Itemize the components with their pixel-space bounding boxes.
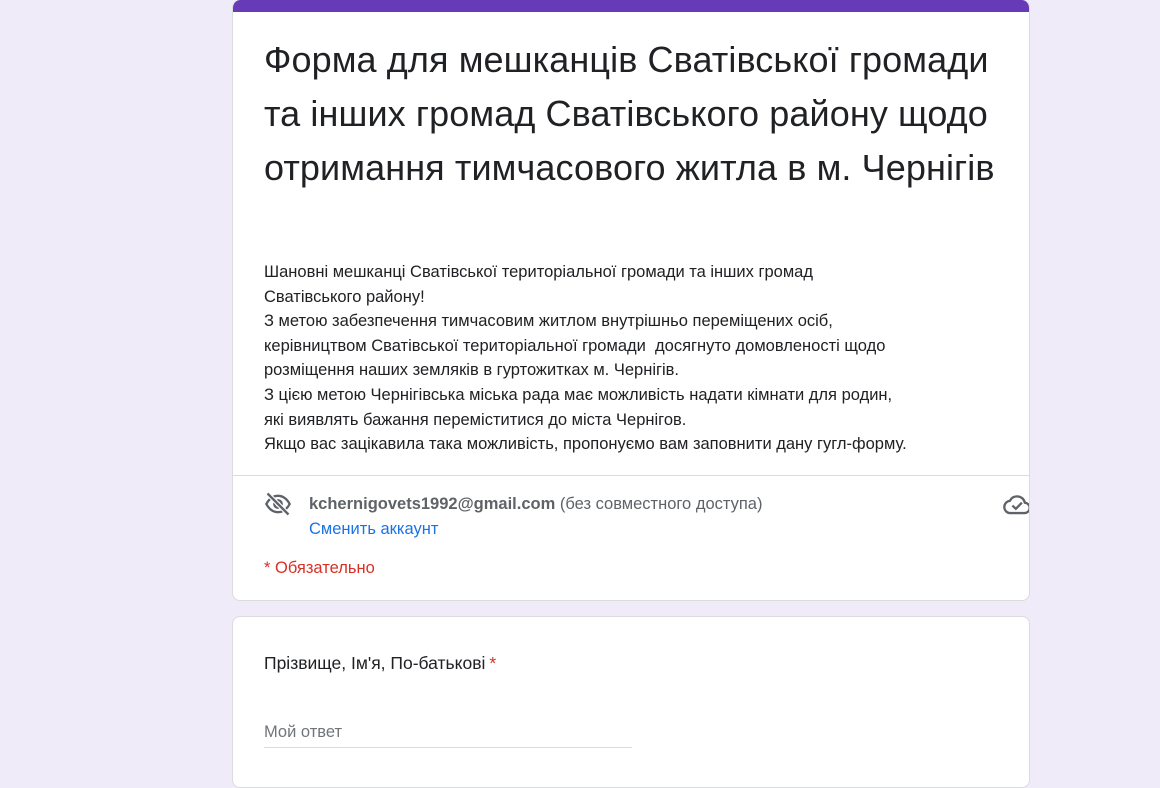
description-line: розміщення наших земляків в гуртожитках … <box>264 361 680 380</box>
description-line: керівництвом Сватівської територіальної … <box>264 336 886 355</box>
required-note: * Обязательно <box>264 559 375 577</box>
description-line: Шановні мешканці Сватівської територіаль… <box>264 263 813 281</box>
form-header-card: Форма для мешканців Сватівської громади … <box>232 0 1030 601</box>
account-email: kchernigovets1992@gmail.com <box>309 495 556 513</box>
answer-input[interactable] <box>264 717 632 748</box>
sharing-note: (без совместного доступа) <box>559 495 763 513</box>
description-line: З цією метою Чернігівська міська рада ма… <box>264 385 893 404</box>
cloud-check-icon[interactable] <box>1002 491 1029 519</box>
question-card: Прізвище, Ім'я, По-батькові * <box>232 616 1030 788</box>
accent-bar <box>233 0 1029 12</box>
account-info: kchernigovets1992@gmail.com (без совмест… <box>309 492 762 516</box>
description-line: Сватівського району! <box>264 287 425 306</box>
description-line: які виявлять бажання переміститися до мі… <box>264 410 687 429</box>
account-row: kchernigovets1992@gmail.com (без совмест… <box>264 490 1029 542</box>
question-label: Прізвище, Ім'я, По-батькові <box>264 653 486 673</box>
description-line: З метою забезпечення тимчасовим житлом в… <box>264 312 833 331</box>
form-description: Шановні мешканці Сватівської територіаль… <box>264 260 1004 457</box>
form-title: Форма для мешканців Сватівської громади … <box>264 39 995 188</box>
switch-account-link[interactable]: Сменить аккаунт <box>309 517 438 541</box>
description-line: Якщо вас зацікавила така можливість, про… <box>264 435 907 454</box>
required-star: * <box>489 653 497 673</box>
divider <box>233 475 1029 476</box>
eye-off-icon <box>264 490 292 518</box>
question-title: Прізвище, Ім'я, По-батькові * <box>264 651 496 675</box>
